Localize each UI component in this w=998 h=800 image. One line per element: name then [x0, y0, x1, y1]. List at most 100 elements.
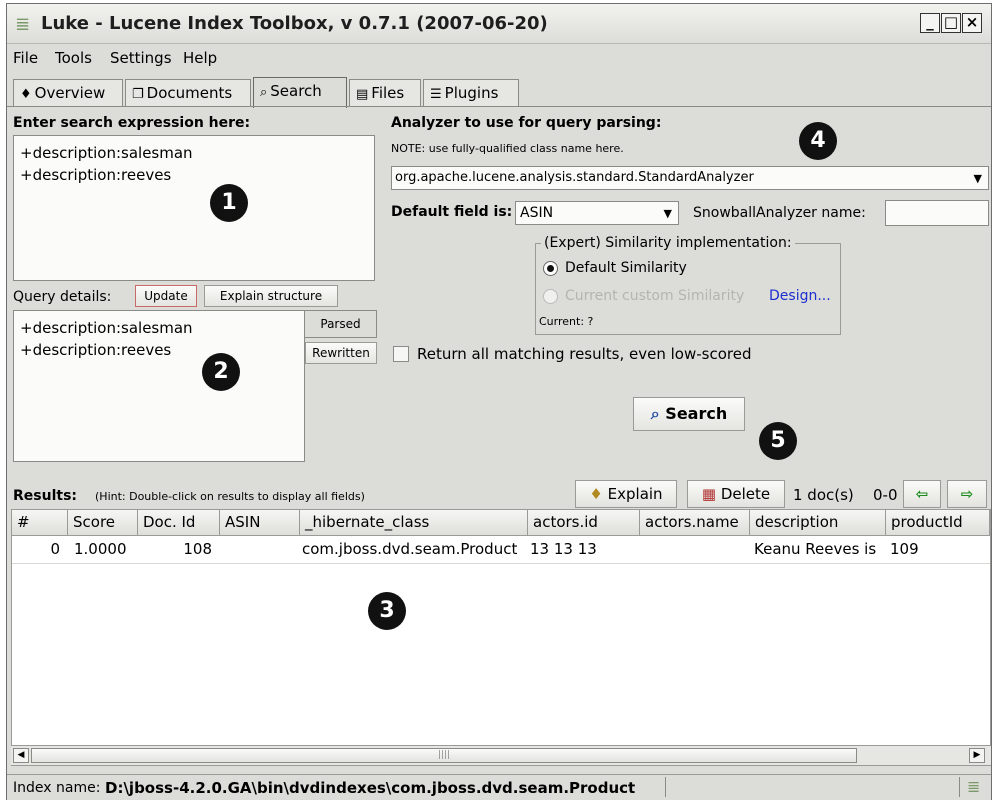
column-header[interactable]: productId: [886, 510, 990, 536]
tab-overview[interactable]: ♦ Overview: [13, 79, 123, 107]
update-button[interactable]: Update: [135, 285, 197, 307]
search-icon: ⌕: [650, 404, 660, 423]
design-link[interactable]: Design...: [769, 288, 831, 304]
status-divider: [959, 777, 960, 797]
callout-badge-5: 5: [759, 422, 797, 460]
column-header[interactable]: description: [750, 510, 886, 536]
scroll-thumb[interactable]: ||||: [31, 748, 857, 763]
tab-panel-border: [7, 106, 991, 107]
close-button[interactable]: ×: [962, 13, 982, 33]
rewritten-toggle[interactable]: Rewritten: [305, 342, 377, 364]
menu-file[interactable]: File: [13, 49, 38, 67]
chevron-down-icon: ▼: [973, 172, 982, 185]
title-bar: ≣ Luke - Lucene Index Toolbox, v 0.7.1 (…: [7, 4, 991, 44]
search-line: +description:reeves: [20, 166, 172, 184]
tab-files[interactable]: ▤ Files: [349, 79, 421, 107]
status-divider: [665, 777, 666, 797]
prev-page-button[interactable]: ⇦: [903, 480, 941, 508]
lamp-icon: ♦: [589, 485, 603, 503]
details-line: +description:salesman: [20, 319, 193, 337]
search-button[interactable]: ⌕ Search: [633, 397, 745, 431]
results-table[interactable]: # Score Doc. Id ASIN _hibernate_class ac…: [11, 509, 991, 766]
column-header[interactable]: actors.id: [528, 510, 640, 536]
tab-documents[interactable]: ❐ Documents: [125, 79, 251, 107]
menu-tools[interactable]: Tools: [55, 49, 92, 67]
lamp-icon: ♦: [20, 87, 32, 102]
search-expression-textarea[interactable]: +description:salesman +description:reeve…: [13, 135, 375, 281]
result-range: 0-0: [873, 486, 898, 504]
next-page-button[interactable]: ⇨: [947, 480, 987, 508]
results-header: Results: (Hint: Double-click on results …: [7, 480, 991, 510]
delete-label: Delete: [720, 485, 771, 503]
callout-badge-3: 3: [368, 592, 406, 630]
tab-search[interactable]: ⌕ Search: [253, 77, 347, 108]
table-cell: 13 13 13: [530, 540, 597, 558]
explain-label: Explain: [607, 485, 663, 503]
column-header[interactable]: actors.name: [640, 510, 750, 536]
default-field-label: Default field is:: [391, 204, 513, 220]
app-window: ≣ Luke - Lucene Index Toolbox, v 0.7.1 (…: [6, 3, 992, 800]
search-line: +description:salesman: [20, 144, 193, 162]
analyzer-select[interactable]: org.apache.lucene.analysis.standard.Stan…: [391, 166, 989, 190]
index-path: D:\jboss-4.2.0.GA\bin\dvdindexes\com.jbo…: [105, 779, 636, 797]
window-title: Luke - Lucene Index Toolbox, v 0.7.1 (20…: [41, 13, 548, 34]
table-cell: 0: [50, 540, 60, 558]
parsed-toggle[interactable]: Parsed: [305, 310, 377, 338]
custom-similarity-radio[interactable]: [543, 289, 558, 304]
analyzer-heading: Analyzer to use for query parsing:: [391, 115, 662, 131]
callout-badge-1: 1: [210, 184, 248, 222]
table-cell: Keanu Reeves is: [754, 540, 877, 558]
delete-button[interactable]: ▦ Delete: [687, 480, 785, 508]
callout-badge-2: 2: [202, 353, 240, 391]
column-header[interactable]: ASIN: [220, 510, 300, 536]
luke-status-icon: ≣: [967, 777, 981, 796]
similarity-legend: (Expert) Similarity implementation:: [541, 235, 795, 251]
column-header[interactable]: _hibernate_class: [300, 510, 528, 536]
menu-settings[interactable]: Settings: [110, 49, 172, 67]
snowball-label: SnowballAnalyzer name:: [693, 205, 866, 221]
default-field-select[interactable]: ASIN ▼: [515, 201, 679, 225]
table-cell: com.jboss.dvd.seam.Product: [302, 540, 518, 558]
snowball-name-input[interactable]: [885, 200, 989, 226]
minimize-button[interactable]: _: [920, 13, 940, 33]
explain-button[interactable]: ♦ Explain: [575, 480, 677, 508]
column-header[interactable]: Score: [68, 510, 138, 536]
search-expression-heading: Enter search expression here:: [13, 115, 251, 131]
status-bar: Index name: D:\jboss-4.2.0.GA\bin\dvdind…: [7, 774, 991, 800]
column-header[interactable]: Doc. Id: [138, 510, 220, 536]
return-all-checkbox[interactable]: [393, 346, 409, 362]
default-similarity-radio[interactable]: [543, 261, 558, 276]
table-cell: 109: [890, 540, 919, 558]
default-similarity-label: Default Similarity: [565, 260, 687, 276]
search-icon: ⌕: [260, 85, 268, 100]
table-cell: 1.0000: [74, 540, 127, 558]
default-field-value: ASIN: [520, 205, 554, 221]
menu-help[interactable]: Help: [183, 49, 217, 67]
query-details-text: +description:salesman +description:reeve…: [13, 310, 305, 462]
explain-structure-button[interactable]: Explain structure: [204, 285, 338, 307]
table-cell: [224, 538, 300, 562]
callout-badge-4: 4: [799, 122, 837, 160]
search-button-label: Search: [665, 404, 728, 423]
luke-app-icon: ≣: [15, 14, 31, 35]
row-separator: [12, 563, 990, 564]
custom-similarity-label: Current custom Similarity: [565, 288, 745, 304]
doc-count: 1 doc(s): [793, 486, 854, 504]
results-hint: (Hint: Double-click on results to displa…: [95, 490, 365, 503]
return-all-label: Return all matching results, even low-sc…: [417, 345, 752, 363]
chevron-down-icon: ▼: [663, 207, 672, 220]
horizontal-scrollbar[interactable]: ◀ |||| ▶: [11, 745, 991, 765]
plugins-icon: ☰: [430, 87, 442, 102]
trash-icon: ▦: [701, 485, 717, 503]
scroll-right-button[interactable]: ▶: [969, 748, 985, 763]
scroll-left-button[interactable]: ◀: [13, 748, 29, 763]
tab-plugins[interactable]: ☰ Plugins: [423, 79, 519, 107]
column-header[interactable]: #: [12, 510, 68, 536]
table-cell: [642, 538, 750, 562]
analyzer-value: org.apache.lucene.analysis.standard.Stan…: [395, 170, 754, 185]
maximize-button[interactable]: □: [941, 13, 961, 33]
index-name-label: Index name:: [13, 780, 101, 796]
results-label: Results:: [13, 488, 77, 504]
menu-bar: File Tools Settings Help: [7, 45, 991, 69]
current-similarity: Current: ?: [539, 315, 594, 328]
